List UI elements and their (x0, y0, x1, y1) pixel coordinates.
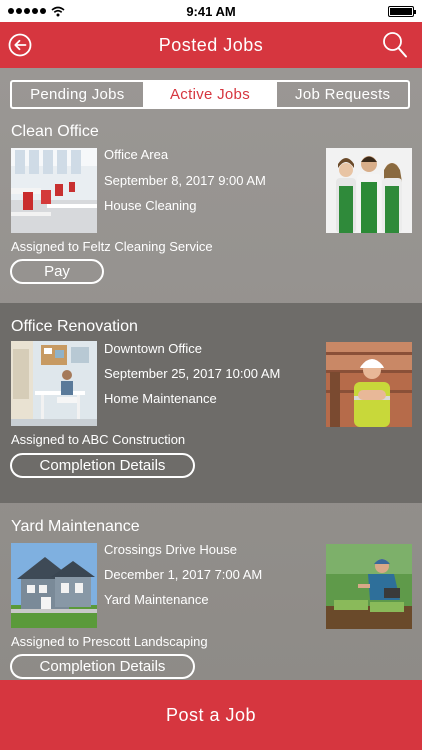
completion-details-button[interactable]: Completion Details (10, 453, 195, 478)
job-card[interactable]: Office Renovation Downtown Office Septem… (0, 303, 422, 503)
job-title: Yard Maintenance (11, 518, 140, 535)
completion-details-button[interactable]: Completion Details (10, 654, 195, 679)
job-datetime: December 1, 2017 7:00 AM (104, 567, 263, 582)
signal-dots-icon (8, 8, 46, 14)
search-icon (383, 32, 407, 58)
battery-icon (388, 5, 416, 17)
status-bar: 9:41 AM (0, 0, 422, 22)
page-title: Posted Jobs (158, 34, 264, 55)
tab-active-jobs[interactable]: Active Jobs (142, 82, 276, 107)
office-photo (11, 148, 97, 233)
status-left (8, 6, 65, 17)
job-category: House Cleaning (104, 198, 197, 213)
landscaper-photo (326, 544, 412, 629)
job-assigned: Assigned to Feltz Cleaning Service (11, 239, 213, 254)
job-title: Clean Office (11, 123, 99, 140)
job-datetime: September 8, 2017 9:00 AM (104, 173, 266, 188)
job-datetime: September 25, 2017 10:00 AM (104, 366, 281, 381)
construction-worker-photo (326, 342, 412, 427)
job-category: Home Maintenance (104, 391, 217, 406)
nav-bar: Posted Jobs (0, 22, 422, 68)
job-title: Office Renovation (11, 318, 138, 335)
job-card[interactable]: Clean Office Office Area September 8, 20… (0, 112, 422, 303)
tab-pending-jobs[interactable]: Pending Jobs (12, 82, 143, 107)
job-card[interactable]: Yard Maintenance Crossings Drive House D… (0, 503, 422, 680)
job-category: Yard Maintenance (104, 592, 209, 607)
cleaning-team-photo (326, 148, 412, 233)
tab-job-requests[interactable]: Job Requests (275, 82, 408, 107)
job-assigned: Assigned to ABC Construction (11, 432, 186, 447)
job-location: Crossings Drive House (104, 542, 237, 557)
job-location: Office Area (104, 147, 169, 162)
office-interior-photo (11, 341, 97, 426)
back-arrow-icon (8, 33, 32, 57)
back-button[interactable] (8, 33, 32, 57)
job-status-tabs: Pending Jobs Active Jobs Job Requests (10, 80, 410, 109)
post-job-button[interactable]: Post a Job (0, 680, 422, 750)
house-photo (11, 543, 97, 628)
pay-button[interactable]: Pay (10, 259, 104, 284)
search-button[interactable] (382, 31, 408, 59)
wifi-icon (51, 6, 65, 16)
job-assigned: Assigned to Prescott Landscaping (11, 634, 208, 649)
job-location: Downtown Office (104, 341, 203, 356)
